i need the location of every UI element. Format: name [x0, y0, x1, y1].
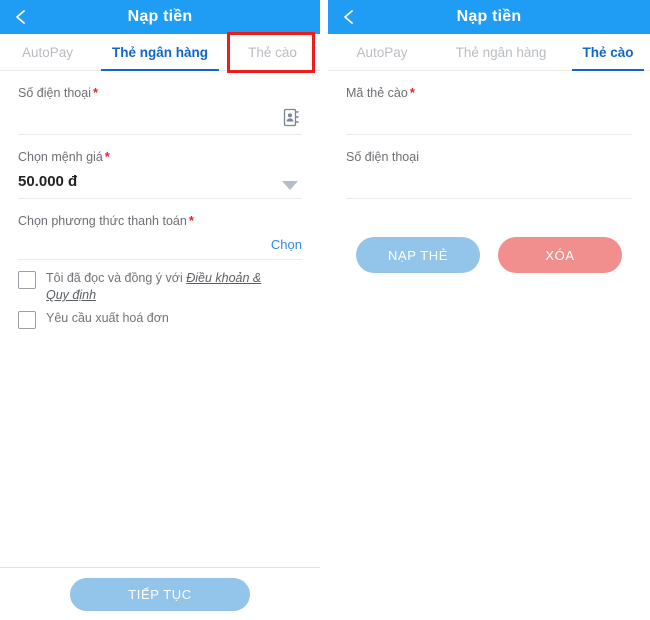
topup-form-scratch: Mã thẻ cào * Số điện thoại NẠP THẺ XÓA	[328, 71, 650, 273]
field-phone-number-label: Số điện thoại *	[18, 71, 302, 101]
action-button-row: NẠP THẺ XÓA	[346, 199, 632, 273]
choose-payment-link[interactable]: Chọn	[271, 237, 302, 252]
phone-number-input[interactable]	[18, 101, 302, 135]
tab-autopay-label: AutoPay	[21, 44, 74, 60]
phone-number-input[interactable]	[346, 165, 632, 199]
field-denomination-label: Chọn mệnh giá *	[18, 135, 302, 165]
field-card-code: Mã thẻ cào *	[346, 71, 632, 135]
tab-bar-right: AutoPay Thẻ ngân hàng Thẻ cào	[328, 34, 650, 71]
terms-checkbox-label: Tôi đã đọc và đồng ý với Điều khoản & Qu…	[46, 270, 281, 304]
invoice-checkbox-label: Yêu cầu xuất hoá đơn	[46, 311, 169, 325]
field-card-code-label: Mã thẻ cào *	[346, 71, 632, 101]
page-title: Nạp tiền	[456, 8, 522, 25]
tab-autopay[interactable]: AutoPay	[0, 34, 95, 70]
field-phone-number-label: Số điện thoại	[346, 135, 632, 165]
payment-method-row[interactable]: Chọn	[18, 229, 302, 260]
footer-left: TIẾP TỤC	[0, 567, 320, 620]
checkbox-row-invoice[interactable]: Yêu cầu xuất hoá đơn	[18, 310, 302, 329]
chevron-down-icon[interactable]	[282, 181, 298, 190]
tab-bank-card-label: Thẻ ngân hàng	[455, 44, 547, 60]
tab-scratch-card[interactable]: Thẻ cào	[225, 34, 320, 70]
back-icon[interactable]	[12, 8, 30, 26]
tab-bar-left: AutoPay Thẻ ngân hàng Thẻ cào	[0, 32, 320, 73]
screen-bank-card: Nạp tiền AutoPay Thẻ ngân hàng Thẻ cào S…	[0, 0, 320, 620]
invoice-checkbox[interactable]	[18, 311, 36, 329]
denomination-value: 50.000 đ	[18, 173, 78, 190]
field-payment-method: Chọn phương thức thanh toán * Chọn	[18, 199, 302, 260]
label-text: Chọn mệnh giá	[18, 150, 103, 164]
app-header-right: Nạp tiền	[328, 0, 650, 34]
label-text: Mã thẻ cào	[346, 86, 408, 100]
required-marker: *	[188, 213, 194, 228]
dual-screen-comparison: Nạp tiền AutoPay Thẻ ngân hàng Thẻ cào S…	[0, 0, 650, 620]
screen-divider	[320, 0, 328, 620]
field-phone-number: Số điện thoại	[346, 135, 632, 199]
tab-bank-card[interactable]: Thẻ ngân hàng	[95, 34, 225, 71]
terms-text: Tôi đã đọc và đồng ý với	[46, 271, 187, 285]
label-text: Số điện thoại	[18, 86, 91, 100]
topup-card-button[interactable]: NẠP THẺ	[356, 237, 480, 273]
agreement-checkbox-group: Tôi đã đọc và đồng ý với Điều khoản & Qu…	[18, 260, 302, 329]
screen-scratch-card: Nạp tiền AutoPay Thẻ ngân hàng Thẻ cào M…	[328, 0, 650, 620]
tab-autopay-label: AutoPay	[356, 44, 408, 60]
continue-button[interactable]: TIẾP TỤC	[70, 577, 250, 611]
terms-checkbox[interactable]	[18, 271, 36, 289]
field-payment-method-label: Chọn phương thức thanh toán *	[18, 199, 302, 229]
tab-autopay[interactable]: AutoPay	[328, 34, 436, 70]
field-phone-number: Số điện thoại *	[18, 71, 302, 135]
back-icon[interactable]	[340, 8, 358, 26]
label-text: Chọn phương thức thanh toán	[18, 214, 187, 228]
card-code-input[interactable]	[346, 101, 632, 135]
tab-bank-card[interactable]: Thẻ ngân hàng	[436, 34, 566, 70]
label-text: Số điện thoại	[346, 150, 419, 164]
tab-bank-card-label: Thẻ ngân hàng	[112, 44, 208, 60]
tab-scratch-card-label: Thẻ cào	[248, 44, 297, 60]
tab-scratch-card[interactable]: Thẻ cào	[566, 34, 650, 71]
checkbox-row-terms[interactable]: Tôi đã đọc và đồng ý với Điều khoản & Qu…	[18, 270, 302, 304]
contact-book-icon[interactable]	[283, 108, 300, 130]
denomination-select[interactable]: 50.000 đ	[18, 165, 302, 199]
required-marker: *	[104, 149, 110, 164]
tab-scratch-card-label: Thẻ cào	[582, 44, 634, 60]
app-header-left: Nạp tiền	[0, 0, 320, 34]
required-marker: *	[409, 85, 415, 100]
required-marker: *	[92, 85, 99, 100]
topup-form-bank: Số điện thoại * Chọn mệnh giá * 50.000 đ…	[0, 71, 320, 329]
clear-button[interactable]: XÓA	[498, 237, 622, 273]
field-denomination: Chọn mệnh giá * 50.000 đ	[18, 135, 302, 199]
page-title: Nạp tiền	[127, 8, 193, 25]
